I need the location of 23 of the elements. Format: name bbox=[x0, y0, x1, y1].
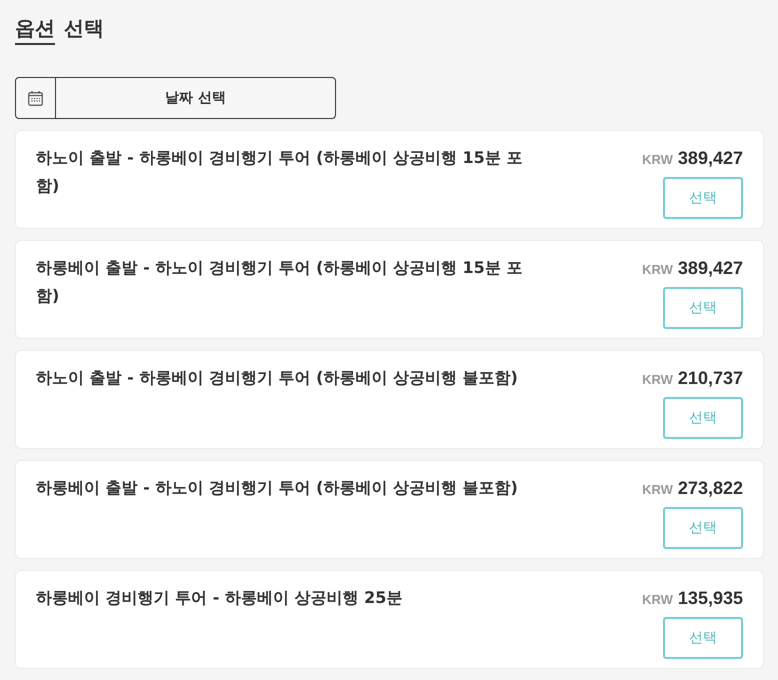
currency-label: KRW bbox=[642, 591, 673, 609]
select-button[interactable]: 선택 bbox=[663, 617, 743, 659]
price-amount: 210,737 bbox=[678, 367, 743, 390]
option-title: 하롱베이 출발 - 하노이 경비행기 투어 (하롱베이 상공비행 불포함) bbox=[36, 477, 519, 499]
calendar-icon bbox=[28, 90, 43, 106]
select-button[interactable]: 선택 bbox=[663, 287, 743, 329]
currency-label: KRW bbox=[642, 481, 673, 499]
select-button[interactable]: 선택 bbox=[663, 177, 743, 219]
price-amount: 389,427 bbox=[678, 147, 743, 170]
price-amount: 273,822 bbox=[678, 477, 743, 500]
select-button[interactable]: 선택 bbox=[663, 397, 743, 439]
date-select-button[interactable]: 날짜 선택 bbox=[15, 77, 336, 119]
option-title: 하노이 출발 - 하롱베이 경비행기 투어 (하롱베이 상공비행 불포함) bbox=[36, 367, 519, 389]
option-title: 하노이 출발 - 하롱베이 경비행기 투어 (하롱베이 상공비행 15분 포함) bbox=[36, 147, 524, 197]
section-title: 옵션 선택 bbox=[15, 14, 104, 45]
price-amount: 135,935 bbox=[678, 587, 743, 610]
select-button[interactable]: 선택 bbox=[663, 507, 743, 549]
option-title: 하롱베이 출발 - 하노이 경비행기 투어 (하롱베이 상공비행 15분 포함) bbox=[36, 257, 524, 307]
option-title: 하롱베이 경비행기 투어 - 하롱베이 상공비행 25분 bbox=[36, 587, 404, 609]
currency-label: KRW bbox=[642, 261, 673, 279]
currency-label: KRW bbox=[642, 151, 673, 169]
currency-label: KRW bbox=[642, 371, 673, 389]
price-amount: 389,427 bbox=[678, 257, 743, 280]
